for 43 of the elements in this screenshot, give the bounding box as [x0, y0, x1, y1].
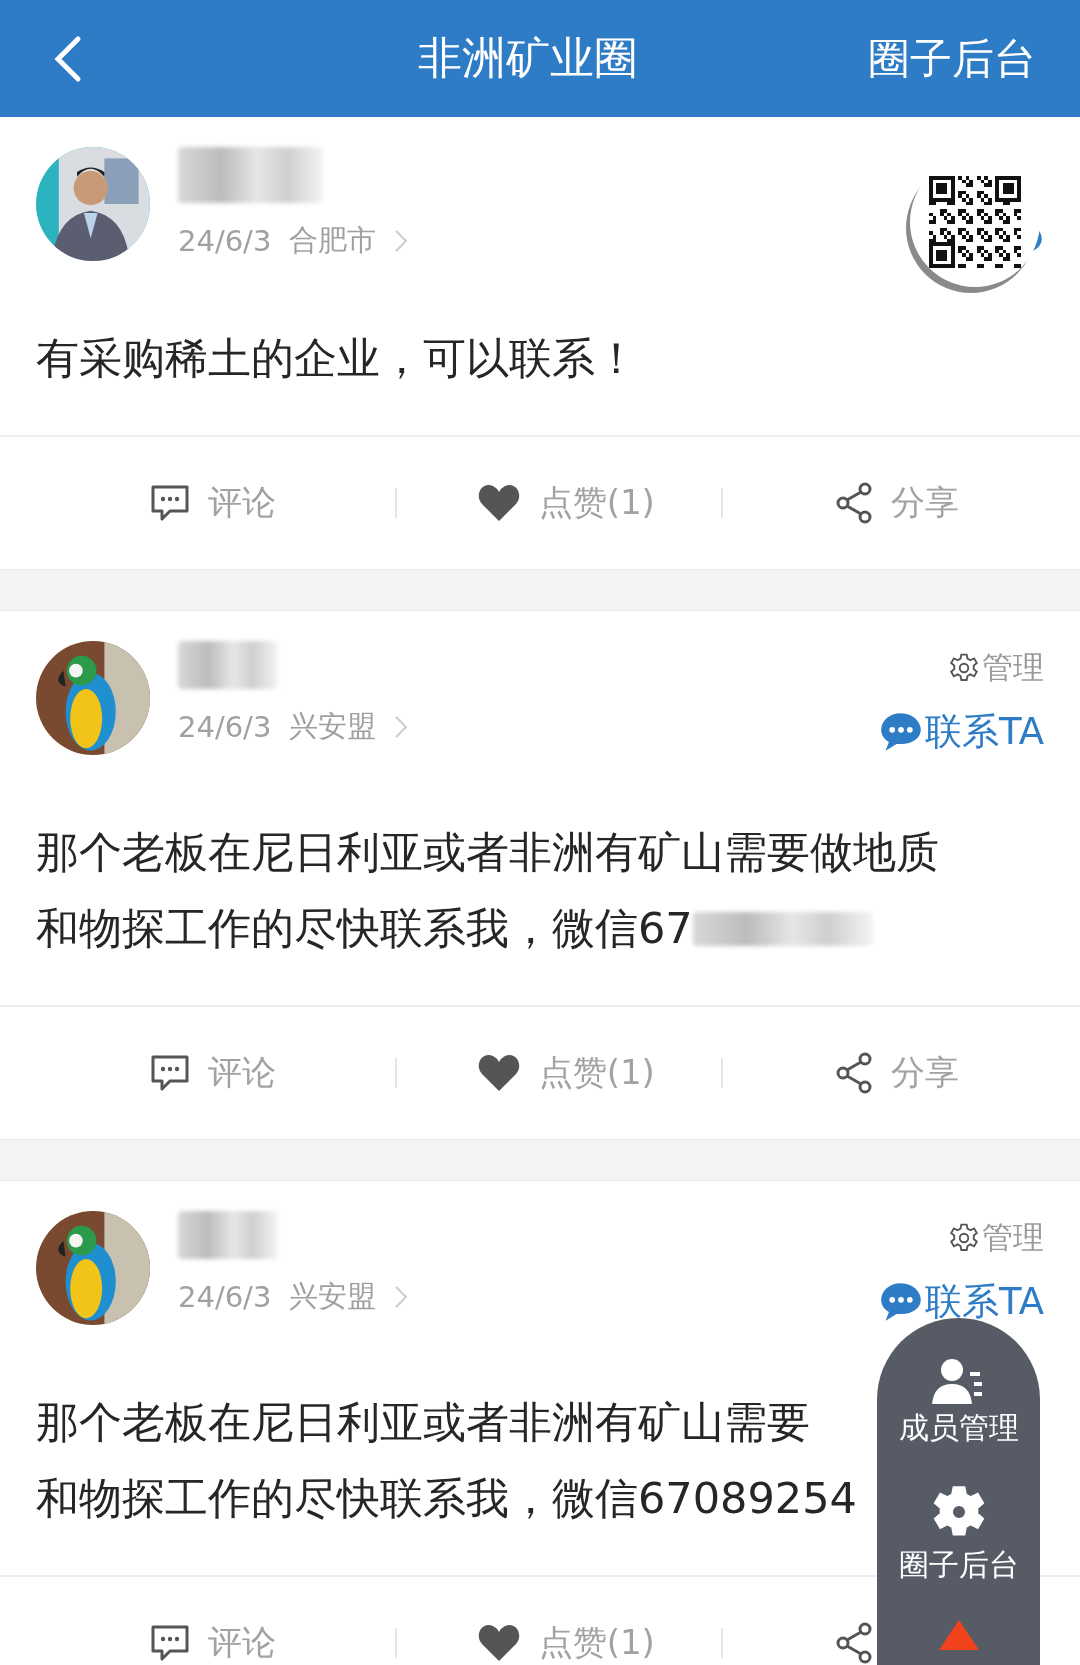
manage-button[interactable]: 管理 [948, 1217, 1044, 1259]
comment-button[interactable]: 评论 [0, 1043, 395, 1103]
like-button[interactable]: 点赞(1) [396, 1043, 722, 1103]
contact-button[interactable]: 联系TA [878, 707, 1044, 757]
comment-icon [150, 1624, 190, 1662]
arrow-icon [938, 1620, 979, 1650]
comment-button[interactable]: 评论 [0, 1613, 395, 1665]
settings-icon [948, 652, 980, 684]
post-text: 和物探工作的尽快联系我，微信67 [36, 902, 693, 955]
share-icon [835, 1622, 874, 1664]
qr-code-icon [929, 176, 1021, 268]
share-button[interactable]: 分享 [723, 473, 1080, 533]
post-date: 24/6/3 [178, 224, 272, 258]
manage-button[interactable]: 管理 [948, 647, 1044, 689]
post-text: 和物探工作的尽快联系我，微信67089254 [36, 1472, 857, 1525]
chevron-icon [394, 715, 409, 739]
post-date: 24/6/3 [178, 1280, 272, 1314]
post-text: 那个老板在尼日利亚或者非洲有矿山需要做地质 [36, 826, 939, 879]
post-date: 24/6/3 [178, 710, 272, 744]
comment-icon [150, 1054, 190, 1092]
share-icon [835, 482, 874, 524]
share-button[interactable]: 分享 [723, 1043, 1080, 1103]
settings-menu-item[interactable]: 圈子后台 [898, 1483, 1019, 1586]
post-location: 兴安盟 [289, 1278, 377, 1315]
post-location: 兴安盟 [289, 708, 377, 745]
page-title: 非洲矿业圈 [418, 31, 638, 85]
share-icon [835, 1052, 874, 1094]
members-menu-item[interactable]: 成员管理 [898, 1358, 1019, 1449]
post-location: 合肥市 [289, 222, 377, 259]
like-button[interactable]: 点赞(1) [396, 473, 722, 533]
settings-icon [948, 1222, 980, 1254]
chevron-icon [394, 1285, 409, 1309]
post-text: 有采购稀土的企业，可以联系！ [36, 332, 638, 385]
heart-icon [476, 483, 521, 523]
comment-button[interactable]: 评论 [0, 473, 395, 533]
post-text: 那个老板在尼日利亚或者非洲有矿山需要 [36, 1396, 810, 1449]
heart-icon [476, 1623, 521, 1663]
comment-icon [150, 484, 190, 522]
like-button[interactable]: 点赞(1) [396, 1613, 722, 1665]
contact-button[interactable]: 联系TA [878, 1277, 1044, 1327]
chevron-icon [394, 229, 409, 253]
header-action[interactable]: 圈子后台 [868, 30, 1036, 87]
heart-icon [476, 1053, 521, 1093]
